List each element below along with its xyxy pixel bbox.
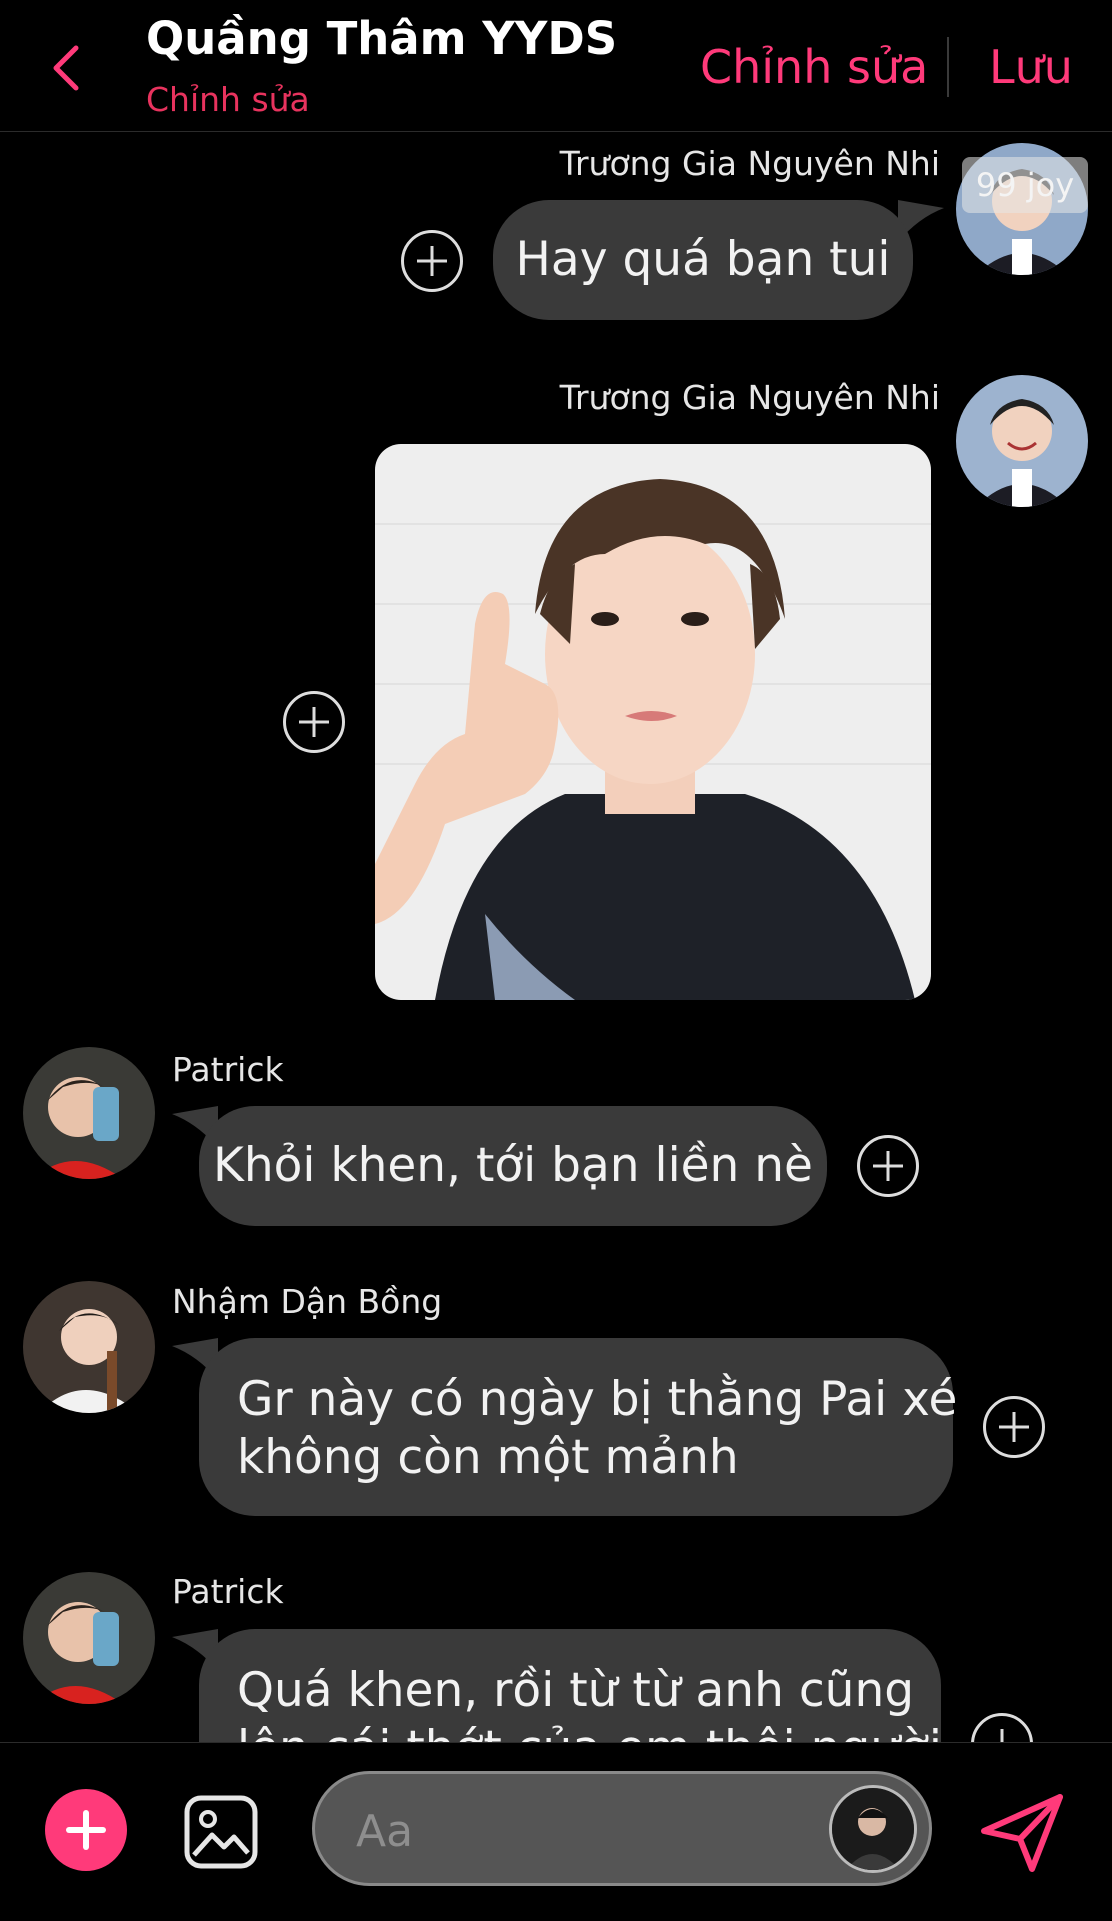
edit-button[interactable]: Chỉnh sửa [700,40,928,94]
sender-name: Patrick [172,1572,284,1611]
chat-title: Quầng Thâm YYDS [146,12,618,65]
message-line: không còn một mảnh [237,1430,739,1485]
add-reaction-button[interactable] [857,1135,919,1197]
avatar-image [832,1788,914,1870]
back-button[interactable] [40,38,90,98]
avatar-image [23,1281,155,1413]
image-icon [184,1795,258,1869]
gallery-button[interactable] [184,1795,258,1869]
avatar-image [23,1572,155,1704]
message-bubble[interactable]: Hay quá bạn tui [493,200,913,320]
message-bubble[interactable]: Khỏi khen, tới bạn liền nè [199,1106,827,1226]
sender-name: Trương Gia Nguyên Nhi [559,144,940,183]
avatar[interactable] [23,1572,155,1704]
avatar[interactable] [23,1281,155,1413]
sender-name: Trương Gia Nguyên Nhi [559,378,940,417]
photo-thumbs-up [375,444,931,1000]
send-button[interactable] [980,1793,1064,1873]
avatar-badge: 99 joy [962,157,1088,213]
avatar-image [956,375,1088,507]
sticker-avatar-button[interactable] [829,1785,917,1873]
add-reaction-button[interactable] [983,1396,1045,1458]
message-image[interactable] [375,444,931,1000]
avatar[interactable] [956,375,1088,507]
add-reaction-button[interactable] [401,230,463,292]
sender-name: Patrick [172,1050,284,1089]
message-bubble[interactable]: Gr này có ngày bị thằng Pai xé không còn… [199,1338,957,1516]
chat-subtitle[interactable]: Chỉnh sửa [146,80,310,119]
add-attachment-button[interactable] [45,1789,127,1871]
send-icon [981,1794,1063,1872]
message-input-placeholder: Aa [356,1806,414,1857]
header-divider [947,37,949,97]
avatar[interactable] [23,1047,155,1179]
message-line: Gr này có ngày bị thằng Pai xé [237,1372,958,1427]
save-button[interactable]: Lưu [989,40,1073,94]
add-reaction-button[interactable] [283,691,345,753]
message-line: Quá khen, rồi từ từ anh cũng [237,1663,915,1718]
avatar-image [23,1047,155,1179]
sender-name: Nhậm Dận Bồng [172,1282,443,1321]
back-chevron-icon [53,45,79,91]
